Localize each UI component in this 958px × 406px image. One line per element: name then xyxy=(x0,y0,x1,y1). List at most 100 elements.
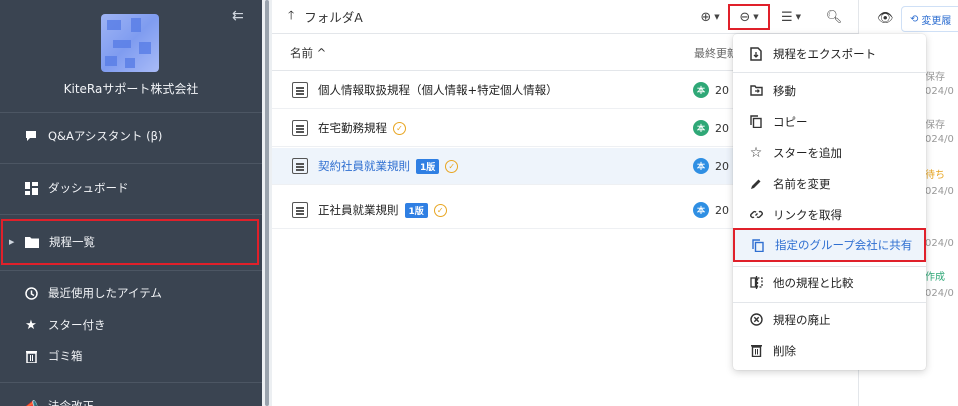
plus-circle-icon: ⊕ xyxy=(700,9,712,25)
company-logo xyxy=(101,14,159,72)
menu-item-copy[interactable]: コピー xyxy=(733,106,926,137)
menu-label: 他の規程と比較 xyxy=(773,275,854,290)
trash-icon xyxy=(20,350,42,363)
divider xyxy=(0,163,262,164)
check-circle-icon: ✓ xyxy=(445,159,459,173)
history-entry: 024/0 xyxy=(925,238,954,249)
history-icon: ⟲ xyxy=(910,13,919,25)
divider xyxy=(0,270,262,271)
menu-label: 削除 xyxy=(773,343,796,358)
menu-item-get-link[interactable]: リンクを取得 xyxy=(733,199,926,230)
check-circle-icon: ✓ xyxy=(393,121,406,135)
cancel-circle-icon xyxy=(748,313,764,326)
trash-icon xyxy=(748,344,764,357)
history-entry: 保存 xyxy=(925,120,945,131)
row-date: 20 xyxy=(715,203,729,217)
divider xyxy=(0,112,262,113)
divider xyxy=(0,382,262,383)
row-date: 20 xyxy=(715,83,729,97)
link-icon xyxy=(748,208,764,221)
menu-item-compare[interactable]: 他の規程と比較 xyxy=(733,267,926,298)
version-badge: 1版 xyxy=(416,158,440,174)
pencil-icon xyxy=(748,178,764,190)
row-title: 在宅勤務規程 xyxy=(318,121,387,135)
menu-item-add-star[interactable]: ☆ スターを追加 xyxy=(733,137,926,168)
view-options-button[interactable]: ☰ ▼ xyxy=(776,6,806,28)
avatar: 本 xyxy=(693,120,709,136)
minus-circle-icon: ⊖ xyxy=(739,9,751,25)
menu-item-move[interactable]: 移動 xyxy=(733,75,926,106)
nav-label: 規程一覧 xyxy=(49,235,95,249)
nav-item-regulations[interactable]: ▶ 規程一覧 xyxy=(1,219,259,265)
avatar: 本 xyxy=(693,158,709,174)
row-title: 個人情報取扱規程（個人情報+特定個人情報） xyxy=(318,83,558,97)
menu-label: 移動 xyxy=(773,83,796,98)
nav-label: 最近使用したアイテム xyxy=(48,286,162,300)
check-circle-icon: ✓ xyxy=(433,203,447,217)
menu-item-share-group[interactable]: 指定のグループ会社に共有 xyxy=(733,228,926,262)
row-date: 20 xyxy=(715,159,729,173)
row-title: 正社員就業規則 xyxy=(318,203,399,217)
nav-label: Q&Aアシスタント (β) xyxy=(48,129,163,143)
history-entry: 作成 xyxy=(925,272,945,283)
nav-item-recent[interactable]: 最近使用したアイテム xyxy=(0,277,262,309)
menu-label: 指定のグループ会社に共有 xyxy=(775,238,913,252)
menu-item-abolish[interactable]: 規程の廃止 xyxy=(733,304,926,335)
avatar: 本 xyxy=(693,202,709,218)
arrow-up-icon[interactable]: 🡑 xyxy=(288,6,294,27)
more-actions-button[interactable]: ⊖ ▼ xyxy=(728,4,770,30)
history-entry: 保存 xyxy=(925,72,945,83)
menu-item-export[interactable]: 規程をエクスポート xyxy=(733,38,926,69)
menu-label: 規程の廃止 xyxy=(773,312,831,327)
search-icon: 🔍︎ xyxy=(825,9,843,25)
version-badge: 1版 xyxy=(404,202,428,218)
add-button[interactable]: ⊕ ▼ xyxy=(696,6,724,28)
menu-item-rename[interactable]: 名前を変更 xyxy=(733,168,926,199)
avatar: 本 xyxy=(693,82,709,98)
nav-item-trash[interactable]: ゴミ箱 xyxy=(0,340,262,372)
column-name[interactable]: 名前 ^ xyxy=(290,45,326,61)
document-icon xyxy=(292,82,308,98)
collapse-sidebar-icon[interactable]: ⇇ xyxy=(232,8,244,24)
expand-caret-icon[interactable]: ▶ xyxy=(9,238,14,246)
column-updated[interactable]: 最終更新 xyxy=(694,45,738,61)
copy-icon xyxy=(748,115,764,128)
menu-divider xyxy=(733,72,926,73)
history-entry: 024/0 xyxy=(925,86,954,97)
row-date: 20 xyxy=(715,121,729,135)
star-outline-icon: ☆ xyxy=(749,144,763,161)
compare-icon xyxy=(748,276,764,289)
nav-item-qa-assistant[interactable]: Q&Aアシスタント (β) xyxy=(0,120,262,152)
menu-label: コピー xyxy=(773,114,808,129)
panel-splitter[interactable] xyxy=(262,0,272,406)
folder-icon xyxy=(21,236,43,248)
history-entry: 024/0 xyxy=(925,186,954,197)
nav-item-dashboard[interactable]: ダッシュボード xyxy=(0,172,262,204)
nav-item-law-revision[interactable]: 📣 法令改正 xyxy=(0,390,262,406)
history-entry: 024/0 xyxy=(925,288,954,299)
document-icon xyxy=(292,202,308,218)
history-tab[interactable]: ⟲ 変更履 xyxy=(901,6,958,32)
row-title: 契約社員就業規則 xyxy=(318,159,410,173)
document-icon xyxy=(292,158,308,174)
toolbar: 🡑 フォルダA xyxy=(272,0,858,34)
chat-icon xyxy=(20,129,42,143)
nav-label: ゴミ箱 xyxy=(48,349,83,363)
menu-divider xyxy=(733,302,926,303)
menu-label: スターを追加 xyxy=(773,145,842,160)
history-entry: 024/0 xyxy=(925,134,954,145)
menu-item-delete[interactable]: 削除 xyxy=(733,335,926,366)
actions-menu: 規程をエクスポート 移動 コピー ☆ スターを追加 名前を変更 リンクを取得 指… xyxy=(733,34,926,370)
chevron-down-icon: ▼ xyxy=(753,13,759,21)
share-copy-icon xyxy=(750,238,766,252)
search-button[interactable]: 🔍︎ xyxy=(824,6,844,28)
menu-label: リンクを取得 xyxy=(773,207,842,222)
chevron-down-icon: ▼ xyxy=(714,13,720,21)
star-icon: ★ xyxy=(25,317,37,333)
nav-label: 法令改正 xyxy=(48,399,94,406)
settings-list-icon: ☰ xyxy=(780,9,793,25)
nav-item-starred[interactable]: ★ スター付き xyxy=(0,309,262,341)
splitter-handle[interactable] xyxy=(265,0,269,406)
nav-label: スター付き xyxy=(48,318,106,332)
eye-icon[interactable]: 👁︎ xyxy=(877,11,894,26)
